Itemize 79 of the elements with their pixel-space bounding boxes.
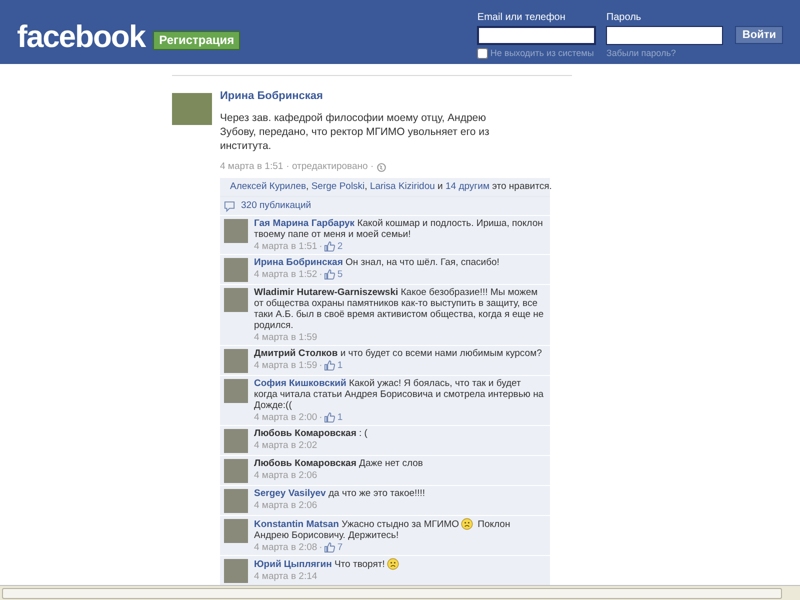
post-author[interactable]: Ирина Бобринская (220, 89, 560, 103)
avatar-placeholder[interactable] (224, 379, 248, 403)
comment-author[interactable]: Ирина Бобринская (254, 257, 343, 268)
avatar-placeholder[interactable] (224, 258, 248, 282)
liker-link[interactable]: Larisa Kiziridou (370, 181, 435, 192)
comment-author[interactable]: София Кишковский (254, 378, 346, 389)
comment-author[interactable]: Любовь Комаровская (254, 458, 356, 469)
comment-text: Любовь Комаровская Даже нет слов (254, 458, 424, 469)
separator-dot: · (319, 269, 322, 280)
others-link[interactable]: 14 другим (446, 181, 490, 192)
comment-author[interactable]: Любовь Комаровская (254, 428, 356, 439)
comment-author[interactable]: Wladimir Hutarew-Garniszewski (254, 287, 398, 298)
likes-summary: Алексей Курилев, Serge Polski, Larisa Kiziridou и 14 другим это нравится. (230, 180, 552, 194)
thumbs-up-icon (324, 269, 336, 280)
comment-text: София Кишковский Какой ужас! Я боялась, что так и будет когда читала статьи Андрея Борисовича и смотрела интервью на Дожде:(( (254, 378, 545, 411)
separator-dot: · (319, 542, 322, 553)
shares-link[interactable]: 320 публикаций (241, 199, 312, 213)
comment-time[interactable]: 4 марта в 2:14 (254, 571, 318, 582)
post-edited: · отредактировано · (286, 161, 374, 173)
comment-like-count[interactable]: 1 (337, 360, 343, 371)
comment-text: Юрий Цыплягин Что творят! (254, 558, 546, 570)
comment-author[interactable]: Дмитрий Столков (254, 348, 338, 359)
comment-text: Wladimir Hutarew-Garniszewski Какое безобразие!!! Мы можем от общества охраны памятников как-то выступить в защиту, все таки А.Б. был в своё время активистом общества, когда я еще не родился. (254, 287, 545, 331)
signup-button[interactable]: Регистрация (153, 31, 240, 50)
separator-dot: · (319, 360, 322, 371)
comment-author[interactable]: Гая Марина Гарбарук (254, 218, 355, 229)
share-icon (224, 200, 235, 212)
thumbs-up-icon (324, 412, 336, 423)
comment-author[interactable]: Konstantin Matsan (254, 519, 339, 530)
avatar-placeholder[interactable] (224, 459, 248, 483)
scroll-thumb[interactable] (2, 588, 782, 598)
thumbs-up-icon (324, 542, 336, 553)
email-field[interactable] (477, 26, 596, 45)
remember-label: Не выходить из системы (490, 47, 594, 60)
comment-author[interactable]: Sergey Vasilyev (254, 488, 326, 499)
comment-time[interactable]: 4 марта в 2:02 (254, 440, 318, 451)
comment-time[interactable]: 4 марта в 1:51 (254, 241, 318, 252)
comment-text: Любовь Комаровская : ( (254, 428, 368, 439)
post-time[interactable]: 4 марта в 1:51 (220, 161, 284, 173)
thumbs-up-icon (324, 360, 336, 371)
comment-time[interactable]: 4 марта в 2:00 (254, 412, 318, 423)
comment-text: Дмитрий Столков и что будет со всеми нами любимым курсом? (254, 348, 543, 359)
comment-like-count[interactable]: 7 (337, 542, 343, 553)
avatar-placeholder[interactable] (224, 429, 248, 453)
comment-text: Sergey Vasilyev да что же это такое!!!! (254, 488, 426, 499)
comment-text: Konstantin Matsan Ужасно стыдно за МГИМО Поклон Андрею Борисовичу. Держитесь! (254, 518, 512, 541)
photo-placeholder[interactable] (172, 93, 212, 125)
comment-author[interactable]: Юрий Цыплягин (254, 559, 332, 570)
comment-text: Ирина Бобринская Он знал, на что шёл. Гая, спасибо! (254, 257, 500, 268)
avatar-placeholder[interactable] (224, 349, 248, 373)
avatar-placeholder[interactable] (224, 489, 248, 513)
email-label: Email или телефон (477, 11, 566, 24)
login-button[interactable]: Войти (735, 26, 783, 44)
horizontal-scrollbar[interactable] (0, 585, 800, 600)
avatar-placeholder[interactable] (224, 219, 248, 243)
comment-like-count[interactable]: 5 (337, 269, 343, 280)
comment-time[interactable]: 4 марта в 1:52 (254, 269, 318, 280)
comment-like-count[interactable]: 2 (337, 241, 343, 252)
liker-link[interactable]: Serge Polski (311, 181, 365, 192)
avatar-placeholder[interactable] (224, 519, 248, 543)
thumbs-up-icon (324, 241, 336, 252)
avatar-placeholder[interactable] (224, 559, 248, 583)
remember-checkbox[interactable] (477, 48, 488, 59)
separator-dot: · (319, 412, 322, 423)
comment-text: Гая Марина Гарбарук Какой кошмар и подлость. Ириша, поклон твоему папе от меня и моей семьи! (254, 218, 544, 240)
avatar-placeholder[interactable] (224, 288, 248, 312)
comment-time[interactable]: 4 марта в 1:59 (254, 360, 318, 371)
forgot-password-link[interactable]: Забыли пароль? (606, 47, 734, 60)
comment-time[interactable]: 4 марта в 2:06 (254, 500, 318, 511)
comment-time[interactable]: 4 марта в 2:06 (254, 470, 318, 481)
password-field[interactable] (606, 26, 724, 45)
comment-time[interactable]: 4 марта в 2:08 (254, 542, 318, 553)
separator-dot: · (319, 241, 322, 252)
post-text: Через зав. кафедрой философии моему отцу, Андрею Зубову, передано, что ректор МГИМО увольняет его из института. (220, 111, 490, 153)
facebook-logo[interactable]: facebook (17, 20, 146, 54)
comment-time[interactable]: 4 марта в 1:59 (254, 332, 318, 343)
password-label: Пароль (606, 11, 642, 24)
liker-link[interactable]: Алексей Курилев (230, 181, 306, 192)
comment-like-count[interactable]: 1 (337, 412, 343, 423)
